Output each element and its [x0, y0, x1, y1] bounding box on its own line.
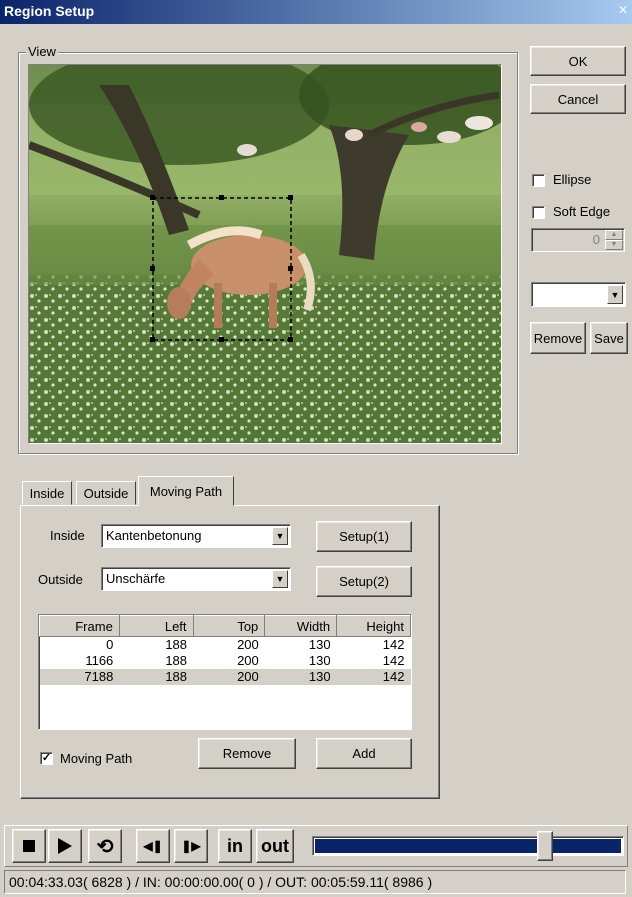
step-back-icon: ◀❚ [143, 839, 163, 853]
cell-top: 200 [237, 653, 259, 668]
window-title: Region Setup [4, 3, 95, 19]
play-button[interactable] [48, 829, 82, 863]
ellipse-label: Ellipse [553, 172, 592, 187]
preview-image[interactable] [29, 65, 501, 443]
loop-icon: ⟲ [96, 835, 114, 858]
timeline-track[interactable] [312, 836, 624, 856]
step-forward-icon: ❚▶ [181, 839, 201, 853]
inside-label: Inside [50, 528, 85, 543]
moving-path-checkbox[interactable]: ✓ [40, 752, 53, 765]
cell-frame: 1166 [85, 653, 114, 668]
column-header[interactable]: Frame [39, 615, 120, 637]
cell-height: 142 [382, 653, 405, 668]
preview-frame [28, 64, 502, 444]
keyframe-add-button[interactable]: Add [316, 738, 412, 769]
moving-path-checkbox-label: Moving Path [60, 751, 133, 766]
cancel-button[interactable]: Cancel [530, 84, 626, 114]
keyframe-grid: Frame Left Top Width Height 0 188 200 13… [39, 615, 411, 685]
chevron-down-icon[interactable]: ▼ [607, 285, 623, 304]
column-header[interactable]: Left [118, 615, 194, 637]
title-bar: Region Setup [0, 0, 632, 24]
cell-width: 130 [308, 637, 331, 653]
cell-top: 200 [237, 637, 259, 653]
column-header[interactable]: Top [192, 615, 266, 637]
stop-button[interactable] [12, 829, 46, 863]
spinbox-value: 0 [592, 232, 600, 247]
ok-button[interactable]: OK [530, 46, 626, 76]
preset-remove-button[interactable]: Remove [530, 322, 586, 354]
keyframe-remove-button[interactable]: Remove [198, 738, 296, 769]
cell-left: 188 [119, 668, 194, 685]
cell-height: 142 [382, 637, 405, 653]
inside-effect-select[interactable]: Kantenbetonung ▼ [101, 524, 291, 548]
next-frame-button[interactable]: ❚▶ [174, 829, 208, 863]
cell-width: 130 [308, 653, 331, 668]
loop-button[interactable]: ⟲ [88, 829, 122, 863]
chevron-down-icon[interactable]: ▼ [272, 570, 288, 588]
cell-frame: 7188 [39, 668, 120, 685]
set-in-button[interactable]: in [218, 829, 252, 863]
preset-select[interactable]: ▼ [531, 282, 626, 307]
play-icon [58, 838, 72, 854]
setup-1-button[interactable]: Setup(1) [316, 521, 412, 552]
preset-save-button[interactable]: Save [590, 322, 628, 354]
setup-2-button[interactable]: Setup(2) [316, 566, 412, 597]
stop-icon [23, 840, 35, 852]
table-row[interactable]: 1166 188 200 130 142 [40, 653, 411, 669]
outside-effect-value: Unschärfe [106, 571, 166, 586]
table-row-selected[interactable]: 7188 188 200 130 142 [39, 668, 411, 685]
timeline-fill [315, 839, 621, 853]
timeline-slider-thumb[interactable] [536, 831, 553, 861]
table-row[interactable]: 0 188 200 130 142 [40, 637, 411, 653]
cell-height: 142 [336, 668, 411, 685]
spin-down-icon[interactable]: ▼ [605, 240, 623, 250]
prev-frame-button[interactable]: ◀❚ [136, 829, 170, 863]
inside-effect-value: Kantenbetonung [106, 528, 202, 543]
close-icon[interactable]: ✕ [616, 3, 630, 19]
cell-frame: 0 [106, 637, 114, 653]
outside-effect-select[interactable]: Unschärfe ▼ [101, 567, 291, 591]
soft-edge-checkbox[interactable] [532, 206, 545, 219]
set-out-button[interactable]: out [256, 829, 294, 863]
table-header: Frame Left Top Width Height [39, 615, 411, 637]
chevron-down-icon[interactable]: ▼ [272, 527, 288, 545]
tab-outside[interactable]: Outside [76, 481, 136, 505]
keyframe-table[interactable]: Frame Left Top Width Height 0 188 200 13… [38, 614, 412, 730]
column-header[interactable]: Width [264, 615, 338, 637]
tab-moving-path[interactable]: Moving Path [138, 476, 234, 506]
soft-edge-spinbox[interactable]: 0 ▲ ▼ [531, 228, 625, 252]
cell-left: 188 [165, 653, 188, 668]
column-header[interactable]: Height [336, 615, 411, 637]
tab-inside[interactable]: Inside [22, 481, 72, 505]
spin-up-icon[interactable]: ▲ [605, 230, 623, 240]
soft-edge-label: Soft Edge [553, 204, 611, 219]
ellipse-checkbox[interactable] [532, 174, 545, 187]
timecode-status: 00:04:33.03( 6828 ) / IN: 00:00:00.00( 0… [9, 874, 433, 890]
outside-label: Outside [38, 572, 83, 587]
cell-width: 130 [264, 668, 337, 685]
status-bar: 00:04:33.03( 6828 ) / IN: 00:00:00.00( 0… [4, 870, 626, 894]
cell-left: 188 [165, 637, 188, 653]
cell-top: 200 [193, 668, 265, 685]
view-group-label: View [26, 44, 58, 59]
